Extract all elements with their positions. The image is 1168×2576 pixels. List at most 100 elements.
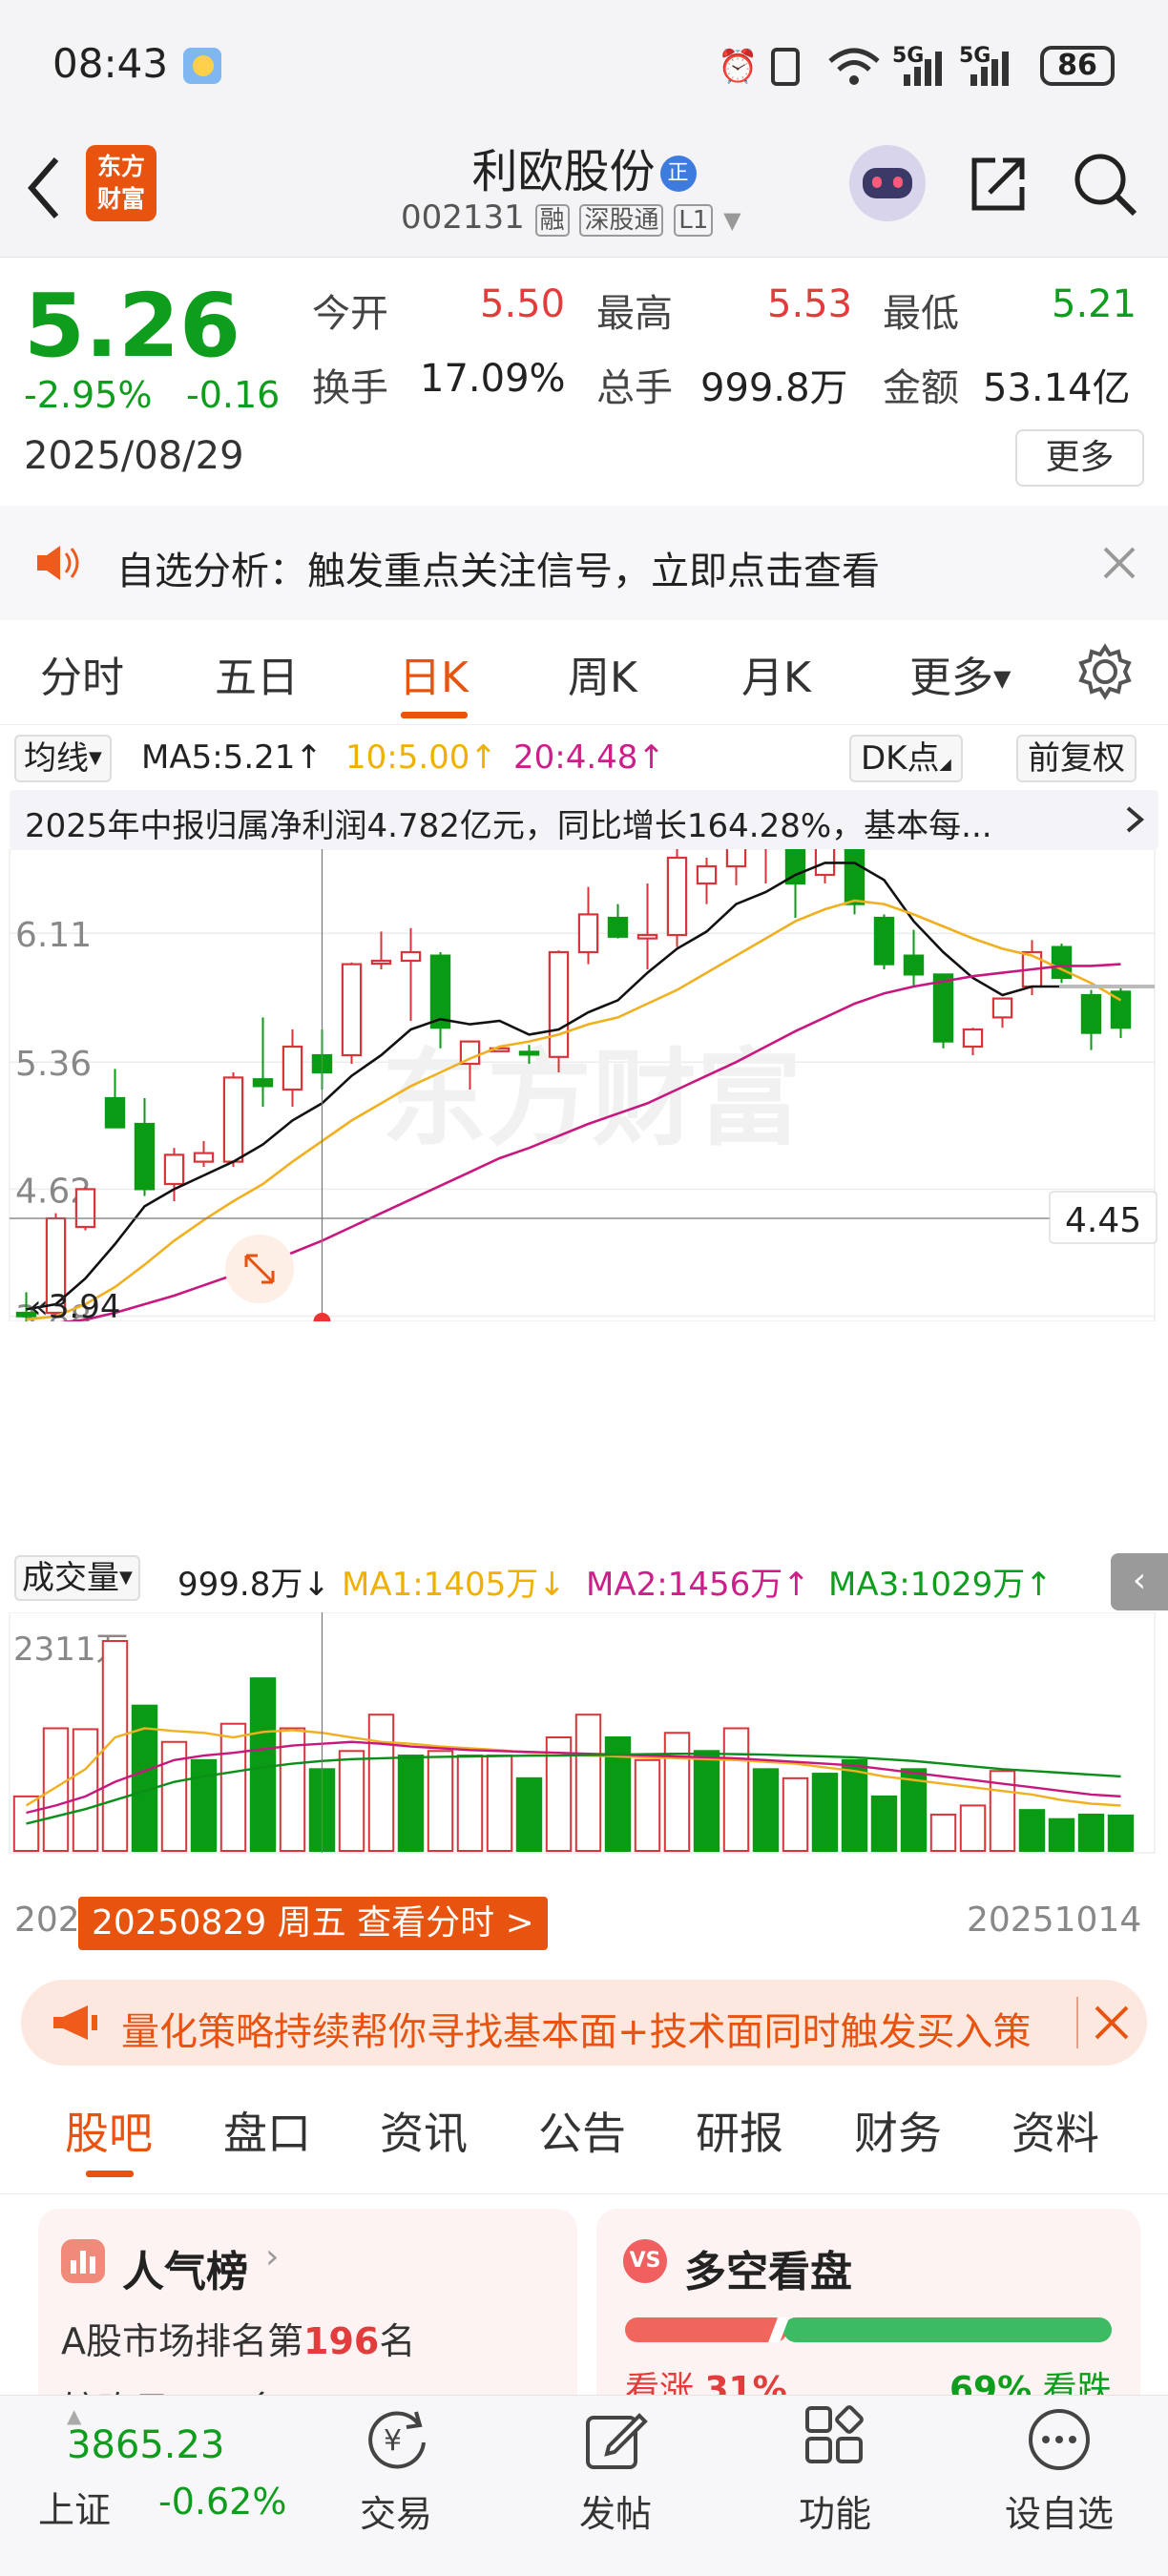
vma3-line: [26, 1752, 1121, 1825]
tab-daily-k[interactable]: 日K: [399, 643, 469, 704]
volume-bar: [1077, 1813, 1105, 1853]
candle-body: [341, 963, 363, 1057]
volume-bar: [456, 1755, 484, 1852]
status-bar: 08:43 ⏰ 5G 5G 86: [0, 0, 1168, 124]
watermark-text: 东方财富: [382, 1038, 802, 1160]
volume-bar: [782, 1776, 809, 1853]
nav-add-watchlist[interactable]: 设自选: [992, 2404, 1126, 2537]
promo-divider: [1076, 1997, 1078, 2048]
candle-body: [873, 916, 895, 966]
robot-assistant-icon[interactable]: [849, 145, 926, 221]
volume-bar: [693, 1750, 720, 1853]
chevron-right-icon: ›: [265, 2237, 280, 2276]
volume-bar: [219, 1722, 247, 1852]
popularity-icon: [61, 2239, 105, 2283]
low-value: 5.21: [1052, 282, 1137, 326]
nav-functions[interactable]: 功能: [768, 2404, 902, 2537]
candle-body: [548, 950, 570, 1058]
wifi-icon: [828, 48, 880, 85]
change-pct: -2.95%: [24, 374, 153, 416]
ma5-legend: MA5:5.21↑: [141, 738, 323, 777]
share-icon[interactable]: [967, 153, 1030, 216]
last-price: 5.26: [24, 275, 240, 377]
low-label: 最低: [883, 292, 959, 336]
chart-period-tabs: 分时 五日 日K 周K 月K 更多▼: [0, 620, 1168, 725]
tab-profile[interactable]: 资料: [1012, 2099, 1099, 2162]
ma-select[interactable]: 均线▼: [14, 735, 112, 782]
tag-sgt: 深股通: [579, 204, 664, 237]
tab-monthly-k[interactable]: 月K: [741, 643, 811, 704]
candle-body: [607, 916, 629, 938]
high-label: 最高: [596, 292, 673, 336]
tab-more[interactable]: 更多▼: [909, 643, 1011, 704]
candle-body: [577, 913, 599, 954]
analysis-banner[interactable]: 自选分析：触发重点关注信号，立即点击查看: [0, 506, 1168, 620]
high-value: 5.53: [767, 282, 853, 326]
low-price-marker: «3.94: [29, 1288, 121, 1321]
volume-bar: [338, 1750, 365, 1853]
kline-chart[interactable]: 6.115.364.623.88东方财富4.45«3.94: [0, 849, 1168, 1321]
tab-pankou[interactable]: 盘口: [223, 2099, 311, 2162]
more-dots-icon: [1029, 2409, 1090, 2470]
candle-body: [74, 1188, 96, 1229]
volume-indicator-select[interactable]: 成交量▼: [14, 1555, 140, 1601]
bull-segment: [625, 2317, 788, 2342]
stock-name: 利欧股份: [471, 145, 656, 198]
index-ticker[interactable]: ▲ 3865.23 上证 -0.62%: [29, 2404, 286, 2557]
amount-value: 53.14亿: [983, 366, 1131, 410]
volume-chart[interactable]: 2311万: [0, 1612, 1168, 1856]
y-tick-label: 6.11: [15, 916, 92, 955]
cursor-date-tip[interactable]: 20250829 周五 查看分时 >: [78, 1897, 548, 1950]
grid-functions-icon: [805, 2405, 864, 2463]
tag-rong: 融: [534, 204, 570, 237]
status-time: 08:43: [52, 40, 169, 87]
edit-post-icon: [586, 2413, 648, 2469]
adjust-select[interactable]: 前复权: [1016, 735, 1137, 782]
open-label: 今开: [312, 292, 388, 336]
volume-bar: [811, 1773, 839, 1852]
dk-point-button[interactable]: DK点◢: [849, 735, 963, 782]
nav-trade[interactable]: ¥ 交易: [329, 2404, 463, 2537]
tab-research[interactable]: 研报: [696, 2099, 783, 2162]
more-button[interactable]: 更多: [1015, 429, 1144, 487]
candle-body: [932, 973, 954, 1043]
candle-body: [903, 954, 925, 976]
tab-news[interactable]: 资讯: [380, 2099, 468, 2162]
volume-bar: [190, 1758, 218, 1852]
index-name: 上证: [38, 2489, 112, 2531]
volume-bar: [72, 1728, 99, 1852]
ma10-legend: 10:5.00↑: [345, 738, 497, 777]
volume-bar: [1107, 1814, 1135, 1852]
tab-guba[interactable]: 股吧: [65, 2099, 153, 2162]
weather-icon: [183, 48, 221, 84]
candle-body: [696, 864, 718, 885]
collapse-panel-icon[interactable]: ‹: [1111, 1553, 1168, 1610]
news-strip[interactable]: 2025年中报归属净利润4.782亿元，同比增长164.28%，基本每...: [10, 790, 1158, 849]
amount-label: 金额: [883, 366, 959, 410]
close-icon[interactable]: [1102, 546, 1137, 580]
volume-bar: [929, 1813, 957, 1853]
tab-weekly-k[interactable]: 周K: [568, 643, 637, 704]
search-icon[interactable]: [1072, 151, 1138, 218]
stock-code-row: 002131 融 深股通 L1 ▼: [401, 198, 741, 237]
tab-five-day[interactable]: 五日: [215, 643, 299, 704]
tab-finance[interactable]: 财务: [854, 2099, 942, 2162]
settings-gear-icon[interactable]: [1076, 643, 1134, 700]
close-icon[interactable]: [1094, 2005, 1130, 2041]
tab-announcements[interactable]: 公告: [538, 2099, 626, 2162]
news-text: 2025年中报归属净利润4.782亿元，同比增长164.28%，基本每...: [25, 807, 992, 845]
chevron-down-icon[interactable]: ▼: [723, 207, 740, 234]
signal-icon-2: [970, 52, 1009, 86]
active-tab-indicator: [401, 712, 468, 718]
volume-value-legend: 999.8万↓: [177, 1566, 330, 1604]
bull-bear-title: 多空看盘: [684, 2248, 852, 2296]
banner-text: 自选分析：触发重点关注信号，立即点击查看: [116, 550, 880, 593]
volume-bar: [42, 1727, 70, 1852]
verified-badge: 正: [659, 156, 697, 192]
tab-minute[interactable]: 分时: [40, 643, 124, 704]
candle-body: [193, 1152, 215, 1163]
promo-banner[interactable]: 量化策略持续帮你寻找基本面+技术面同时触发买入策: [21, 1980, 1147, 2066]
nav-post[interactable]: 发帖: [549, 2404, 682, 2537]
candle-body: [252, 1078, 274, 1088]
candle-body: [991, 997, 1013, 1019]
